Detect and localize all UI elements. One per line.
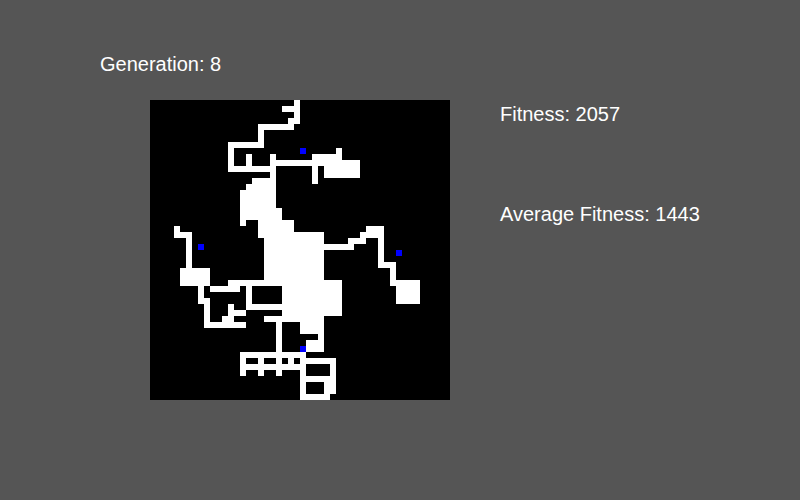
cell-segment [324, 160, 360, 178]
cell-segment [390, 262, 396, 286]
cell-segment [198, 280, 204, 304]
cell-segment [414, 292, 420, 304]
screen: Generation: 8 Fitness: 2057 Average Fitne… [0, 0, 800, 500]
cell-segment [264, 232, 324, 286]
board-canvas [150, 100, 450, 400]
marker-dot [300, 346, 306, 352]
cell-segment [324, 376, 330, 400]
marker-dot [198, 244, 204, 250]
stat-label: Fitness: 2057 [500, 102, 700, 126]
cell-segment [180, 268, 210, 286]
cell-segment [228, 304, 234, 322]
cell-segment [366, 226, 384, 232]
cell-segment [378, 232, 384, 262]
cell-segment [246, 154, 252, 172]
cell-segment [252, 304, 282, 310]
cell-segment [270, 172, 276, 208]
stat-label: Average Fitness: 1443 [500, 202, 700, 226]
cell-segment [210, 286, 240, 292]
stats-column: Fitness: 2057 Average Fitness: 1443 [500, 52, 700, 500]
left-column: Generation: 8 [0, 52, 450, 500]
cell-segment [240, 364, 306, 370]
cell-segment [246, 286, 252, 310]
cell-segment [318, 280, 324, 340]
cell-segment [336, 148, 342, 160]
cell-segment [324, 244, 354, 250]
cell-segment [228, 280, 264, 286]
cell-segment [282, 106, 300, 112]
cell-segment [276, 352, 282, 376]
cell-segment [312, 154, 318, 184]
cell-segment [282, 280, 342, 316]
cell-segment [270, 154, 276, 172]
cell-segment [186, 232, 192, 274]
cell-segment [396, 280, 420, 304]
cell-segment [252, 178, 270, 184]
cell-segment [288, 352, 294, 370]
cell-segment [234, 310, 246, 316]
cell-segment [318, 154, 336, 160]
cell-segment [270, 220, 294, 238]
cell-segment [240, 352, 246, 376]
cell-segment [264, 316, 318, 322]
board-background [150, 100, 450, 400]
marker-dot [396, 250, 402, 256]
cell-segment [276, 334, 282, 352]
cell-segment [288, 118, 294, 124]
cell-segment [258, 352, 264, 376]
cell-segment [204, 298, 210, 328]
cell-segment [306, 340, 324, 352]
cell-segment [348, 238, 366, 244]
cell-segment [240, 352, 306, 358]
cell-segment [222, 316, 228, 328]
cell-segment [330, 358, 336, 394]
marker-dot [300, 148, 306, 154]
cell-segment [258, 124, 264, 142]
generation-label: Generation: 8 [100, 52, 450, 76]
